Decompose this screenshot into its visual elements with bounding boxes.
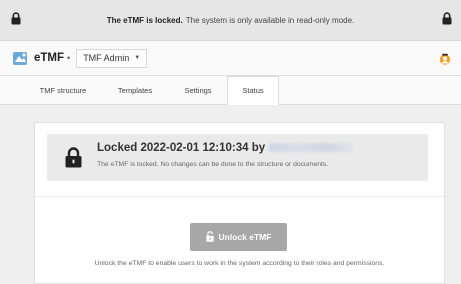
app-header: eTMF • TMF Admin ▼ <box>0 41 461 76</box>
app-name[interactable]: eTMF <box>34 52 64 64</box>
app-logo-icon[interactable] <box>12 50 29 67</box>
lock-icon <box>11 12 21 27</box>
locked-notice: Locked 2022-02-01 12:10:34 by The eTMF i… <box>47 134 428 181</box>
unlock-icon <box>205 230 214 244</box>
lock-icon <box>65 147 82 173</box>
tab-bar: TMF structure Templates Settings Status <box>0 76 461 105</box>
banner-locked-text: The eTMF is locked. <box>106 15 183 25</box>
unlock-etmf-label: Unlock eTMF <box>218 232 272 242</box>
divider <box>35 196 444 197</box>
read-only-banner: The eTMF is locked. The system is only a… <box>0 0 461 41</box>
environment-select-value: TMF Admin <box>83 53 130 63</box>
unlock-etmf-button[interactable]: Unlock eTMF <box>190 223 287 251</box>
breadcrumb-separator: • <box>67 53 71 63</box>
locked-status-text: Locked 2022-02-01 12:10:34 by <box>97 142 266 154</box>
tab-tmf-structure[interactable]: TMF structure <box>28 76 98 104</box>
environment-select[interactable]: TMF Admin ▼ <box>76 48 148 68</box>
banner-message: The system is only available in read-onl… <box>185 15 355 25</box>
status-panel: Locked 2022-02-01 12:10:34 by The eTMF i… <box>34 122 445 284</box>
locked-status-title: Locked 2022-02-01 12:10:34 by <box>97 142 354 154</box>
user-icon[interactable] <box>439 52 451 70</box>
redacted-user-name <box>269 143 354 153</box>
lock-icon <box>442 12 452 27</box>
unlock-help-text: Unlock the eTMF to enable users to work … <box>94 260 385 267</box>
locked-status-description: The eTMF is locked. No changes can be do… <box>97 161 329 168</box>
tab-templates[interactable]: Templates <box>106 76 164 104</box>
tab-settings[interactable]: Settings <box>172 76 224 104</box>
tab-status[interactable]: Status <box>227 76 279 105</box>
chevron-down-icon: ▼ <box>134 55 141 61</box>
